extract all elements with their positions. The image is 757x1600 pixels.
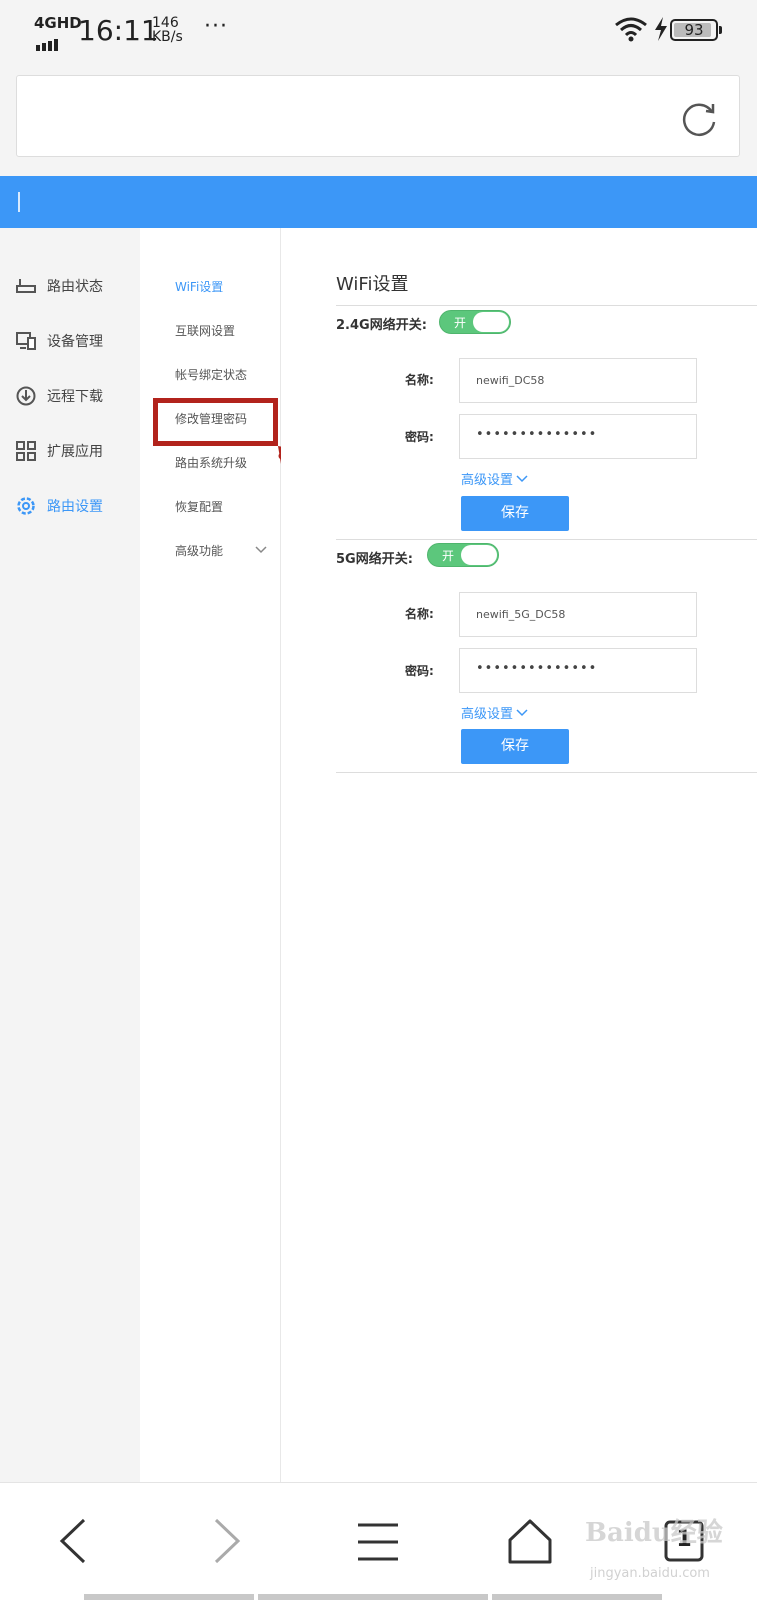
divider [336, 305, 757, 306]
nav-label: 路由状态 [47, 279, 103, 295]
divider [336, 772, 757, 773]
nav-label: 远程下载 [47, 389, 103, 405]
annotation-highlight-box [153, 398, 278, 446]
status-bar: 4GHD 16:11 146 KB/s ··· 93 [0, 0, 757, 62]
watermark-url: jingyan.baidu.com [590, 1566, 710, 1581]
toggle-text: 开 [454, 316, 467, 330]
download-icon [16, 386, 36, 406]
signal-icon [36, 32, 60, 51]
devices-icon [16, 332, 36, 350]
band-5-switch-label: 5G网络开关: [336, 552, 413, 567]
subnav-advanced-features[interactable]: 高级功能 [175, 542, 223, 559]
band-24-advanced-link[interactable]: 高级设置 [461, 469, 513, 488]
nav-item-router-status[interactable]: 路由状态 [0, 266, 140, 306]
toggle-knob [461, 545, 497, 565]
home-indicator [492, 1594, 662, 1600]
band-5-save-button[interactable]: 保存 [461, 729, 569, 764]
band-24-name-label: 名称: [405, 373, 434, 387]
nav-item-remote-download[interactable]: 远程下载 [0, 376, 140, 416]
divider [336, 539, 757, 540]
home-indicator [258, 1594, 488, 1600]
home-icon[interactable] [507, 1518, 553, 1564]
nav-item-router-settings[interactable]: 路由设置 [0, 486, 140, 526]
router-icon [16, 279, 36, 293]
header-divider [18, 192, 20, 212]
band-5-password-label: 密码: [405, 664, 434, 678]
subnav-wifi-settings[interactable]: WiFi设置 [175, 278, 223, 295]
reload-icon[interactable] [679, 98, 719, 138]
address-bar[interactable] [16, 75, 740, 157]
band-24-save-button[interactable]: 保存 [461, 496, 569, 531]
network-type: 4GHD [34, 14, 82, 32]
left-nav: 路由状态 设备管理 远程下载 扩展应用 路由设置 [0, 228, 140, 1482]
battery-tip [719, 26, 722, 34]
band-24-password-label: 密码: [405, 430, 434, 444]
nav-label: 路由设置 [47, 499, 103, 515]
status-time: 16:11 [78, 14, 159, 47]
toggle-knob [473, 312, 509, 332]
back-icon[interactable] [58, 1518, 88, 1564]
page-title: WiFi设置 [336, 274, 409, 295]
subnav-internet-settings[interactable]: 互联网设置 [175, 322, 235, 339]
battery-icon: 93 [670, 19, 718, 41]
chevron-down-icon[interactable] [255, 546, 267, 554]
speed-unit: KB/s [152, 29, 183, 45]
app-header [0, 176, 757, 228]
band-5-advanced-link[interactable]: 高级设置 [461, 703, 513, 722]
speed-value: 146 [152, 15, 179, 31]
grid-icon [16, 441, 36, 461]
battery-level: 93 [684, 21, 704, 39]
band-5-name-label: 名称: [405, 607, 434, 621]
chevron-down-icon[interactable] [516, 475, 528, 483]
nav-label: 扩展应用 [47, 444, 103, 460]
forward-icon[interactable] [212, 1518, 242, 1564]
subnav-system-upgrade[interactable]: 路由系统升级 [175, 454, 247, 471]
nav-label: 设备管理 [47, 334, 103, 350]
more-dots-icon: ··· [204, 14, 228, 39]
nav-item-extensions[interactable]: 扩展应用 [0, 431, 140, 471]
nav-item-device-management[interactable]: 设备管理 [0, 321, 140, 361]
band-5-password-field[interactable]: •••••••••••••• [459, 648, 697, 693]
subnav-account-binding[interactable]: 帐号绑定状态 [175, 366, 247, 383]
band-24-name-field[interactable]: newifi_DC58 [459, 358, 697, 403]
network-speed: 146 KB/s [152, 16, 183, 44]
menu-icon[interactable] [357, 1522, 399, 1562]
subnav-restore-config[interactable]: 恢复配置 [175, 498, 223, 515]
main-content: WiFi设置 2.4G网络开关: 开 名称: newifi_DC58 密码: •… [281, 228, 757, 1482]
band-24-toggle[interactable]: 开 [439, 310, 511, 334]
toggle-text: 开 [442, 549, 455, 563]
charging-icon [655, 17, 667, 41]
chevron-down-icon[interactable] [516, 709, 528, 717]
watermark-logo: Baidu经验 [585, 1518, 723, 1548]
band-24-switch-label: 2.4G网络开关: [336, 318, 427, 333]
band-5-name-field[interactable]: newifi_5G_DC58 [459, 592, 697, 637]
gear-icon [17, 497, 35, 515]
home-indicator [84, 1594, 254, 1600]
band-24-password-field[interactable]: •••••••••••••• [459, 414, 697, 459]
band-5-toggle[interactable]: 开 [427, 543, 499, 567]
wifi-icon [615, 17, 647, 42]
